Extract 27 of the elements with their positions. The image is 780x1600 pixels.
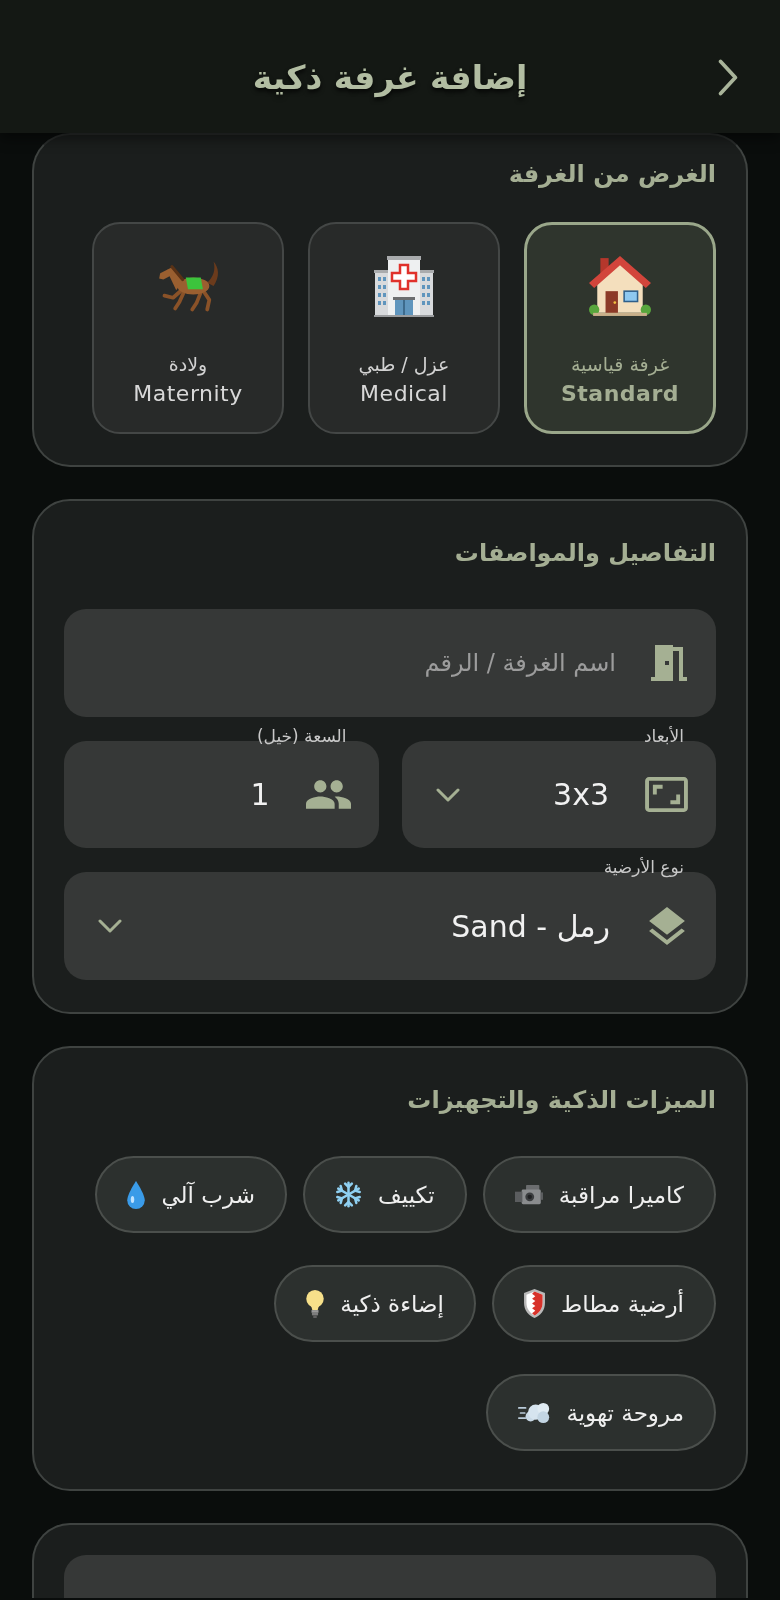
wind-puff-icon — [518, 1401, 551, 1424]
chevron-down-icon — [98, 919, 122, 933]
snowflake-icon — [334, 1181, 362, 1208]
section-title: التفاصيل والمواصفات — [453, 538, 716, 569]
people-icon — [305, 780, 351, 809]
feature-chip[interactable]: كاميرا مراقبة — [482, 1156, 716, 1233]
water-drop-icon — [127, 1180, 146, 1209]
house-icon — [589, 256, 651, 316]
hospital-icon — [374, 255, 434, 317]
door-icon — [651, 645, 687, 681]
light-bulb-icon — [306, 1289, 325, 1318]
section-title: الغرض من الغرفة — [507, 159, 716, 190]
section-title: الميزات الذكية والتجهيزات — [406, 1085, 716, 1116]
feature-chip[interactable]: إضاءة ذكية — [274, 1265, 476, 1342]
page-title: إضافة غرفة ذكية — [252, 56, 528, 100]
feature-chip[interactable]: شرب آلي — [95, 1156, 287, 1233]
feature-chip[interactable]: أرضية مطاط — [491, 1265, 716, 1342]
input-field[interactable] — [64, 1555, 716, 1598]
video-camera-icon — [514, 1184, 543, 1205]
feature-chip[interactable]: مروحة تهوية — [486, 1374, 716, 1451]
aspect-ratio-icon — [645, 777, 688, 812]
back-icon[interactable] — [718, 59, 738, 96]
chevron-down-icon — [435, 787, 460, 802]
shield-icon — [523, 1289, 545, 1318]
layers-icon — [649, 907, 685, 945]
feature-chip[interactable]: تكييف — [302, 1156, 467, 1233]
room-name-field[interactable]: اسم الغرفة / الرقم — [64, 609, 716, 717]
